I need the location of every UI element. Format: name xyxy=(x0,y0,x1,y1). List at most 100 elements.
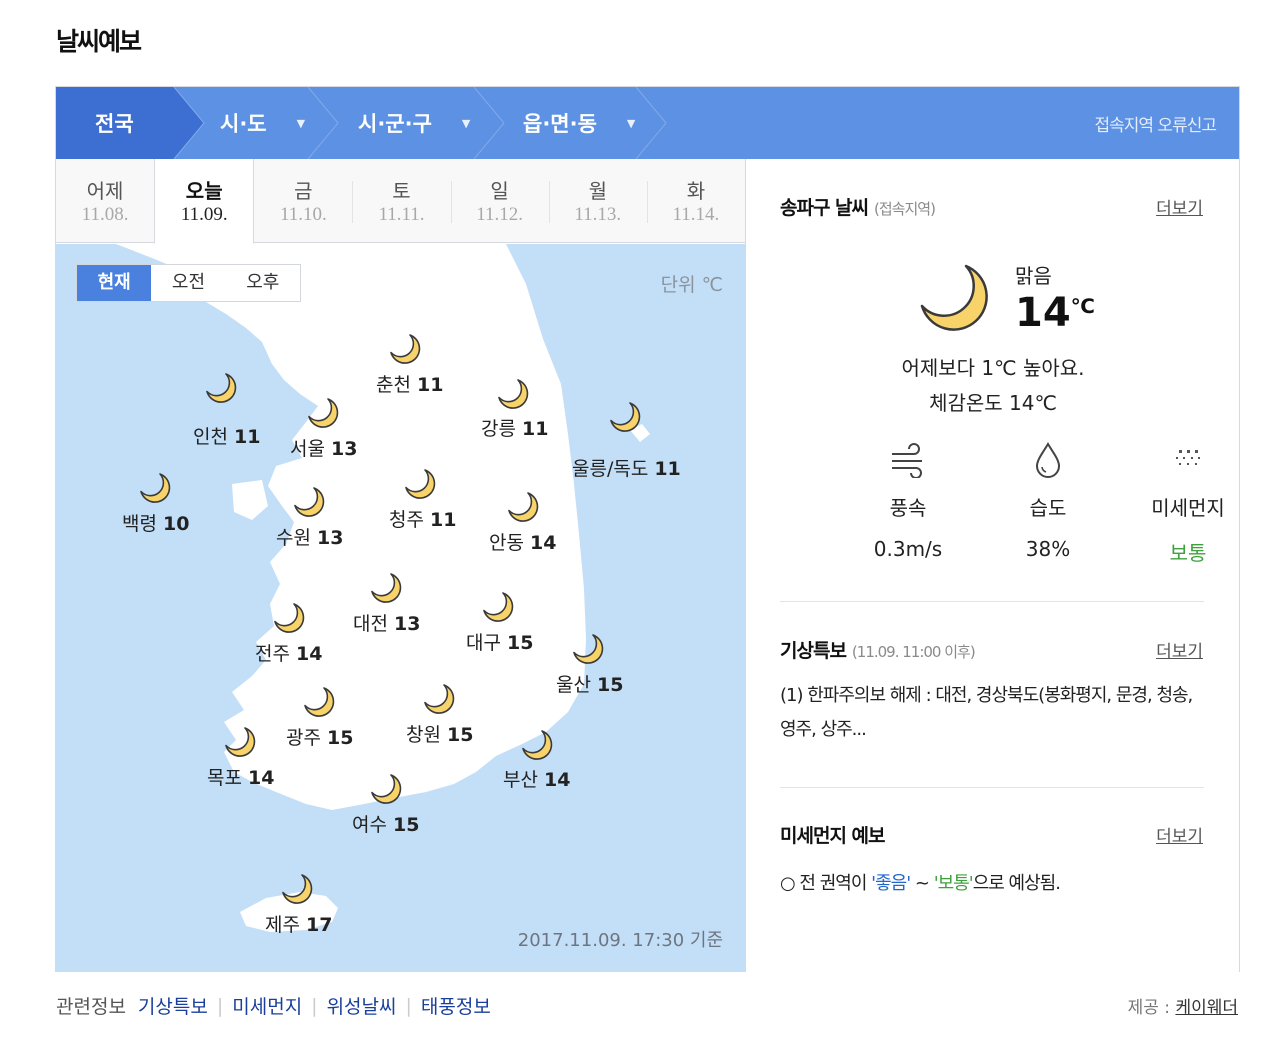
city-temperature: 13 xyxy=(316,527,344,549)
link-typhoon[interactable]: 태풍정보 xyxy=(421,992,491,1019)
alert-title: 기상특보 xyxy=(780,640,847,662)
day-name: 토 xyxy=(392,179,411,203)
page-title: 날씨예보 xyxy=(56,27,142,56)
day-date: 11.08. xyxy=(81,204,129,225)
crescent-moon-icon xyxy=(390,334,421,364)
link-satellite[interactable]: 위성날씨 xyxy=(327,992,397,1019)
link-fine-dust[interactable]: 미세먼지 xyxy=(232,992,302,1019)
day-tab[interactable]: 토 11.11. xyxy=(352,159,451,242)
weather-condition: 맑음 xyxy=(1015,264,1052,288)
current-temperature: 14℃ xyxy=(1015,290,1095,336)
stat-wind: 풍속 0.3m/s xyxy=(838,442,978,561)
city-weather-label[interactable]: 울산 15 xyxy=(556,670,623,697)
tab-label: 시·도 xyxy=(220,112,267,136)
provider-credit: 제공 : 케이웨더 xyxy=(1128,993,1238,1018)
stat-label: 미세먼지 xyxy=(1151,496,1225,520)
city-weather-label[interactable]: 여수 15 xyxy=(352,810,419,837)
city-temperature: 11 xyxy=(521,418,549,440)
time-tab-am[interactable]: 오전 xyxy=(151,265,225,301)
city-temperature: 15 xyxy=(596,674,624,696)
temperature-value: 14 xyxy=(1015,290,1071,336)
link-weather-alert[interactable]: 기상특보 xyxy=(138,992,208,1019)
day-tab[interactable]: 금 11.10. xyxy=(254,159,353,242)
stat-value: 0.3m/s xyxy=(873,537,943,561)
tab-nationwide[interactable]: 전국 xyxy=(56,87,174,159)
city-temperature: 14 xyxy=(529,532,557,554)
crescent-moon-icon xyxy=(405,469,436,499)
city-weather-label[interactable]: 수원 13 xyxy=(276,523,343,550)
dust-forecast-text: ○ 전 권역이 '좋음' ~ '보통'으로 예상됨. xyxy=(780,869,1061,895)
stat-label: 풍속 xyxy=(889,496,927,520)
chevron-divider-icon xyxy=(168,87,205,159)
day-date: 11.10. xyxy=(279,204,327,225)
dust-mid: ~ xyxy=(910,873,934,894)
day-tab-selected[interactable]: 오늘 11.09. xyxy=(154,159,255,244)
crescent-moon-icon xyxy=(371,573,402,603)
city-name: 춘천 xyxy=(376,374,411,396)
city-temperature: 15 xyxy=(392,814,420,836)
stat-fine-dust: 미세먼지 보통 xyxy=(1118,442,1258,566)
chevron-divider-icon xyxy=(473,87,505,159)
alert-more-link[interactable]: 더보기 xyxy=(1156,637,1203,662)
city-weather-label[interactable]: 춘천 11 xyxy=(376,370,443,397)
dust-icon xyxy=(1176,450,1200,465)
city-name: 광주 xyxy=(286,727,321,749)
alert-text: (1) 한파주의보 해제 : 대전, 경상북도(봉화평지, 문경, 청송, 영주… xyxy=(780,685,1193,740)
city-weather-label[interactable]: 목포 14 xyxy=(207,763,274,790)
wind-icon xyxy=(892,443,922,478)
local-more-link[interactable]: 더보기 xyxy=(1156,194,1203,219)
crescent-moon-icon xyxy=(294,487,325,517)
city-temperature: 15 xyxy=(506,632,534,654)
chevron-divider-icon xyxy=(635,87,667,159)
dust-forecast-heading: 미세먼지 예보 xyxy=(780,825,885,847)
chevron-divider-icon xyxy=(307,87,339,159)
city-weather-label[interactable]: 안동 14 xyxy=(489,528,556,555)
section-divider xyxy=(780,787,1204,788)
day-tab[interactable]: 월 11.13. xyxy=(548,159,647,242)
weather-map: 현재 오전 오후 단위 ℃ 춘천 11 인천 11 서울 13 강릉 11 울릉/독도 11 백령 1… xyxy=(56,244,745,972)
city-temperature: 15 xyxy=(446,724,474,746)
city-weather-label[interactable]: 부산 14 xyxy=(503,765,570,792)
alert-heading: 기상특보 (11.09. 11:00 이후) xyxy=(780,636,976,663)
day-date: 11.14. xyxy=(672,204,720,225)
city-weather-label[interactable]: 제주 17 xyxy=(265,910,332,937)
city-name: 대전 xyxy=(353,613,388,635)
day-tab[interactable]: 어제 11.08. xyxy=(56,159,155,242)
time-tab-now[interactable]: 현재 xyxy=(77,265,152,301)
day-tab[interactable]: 화 11.14. xyxy=(646,159,745,242)
city-weather-label[interactable]: 울릉/독도 11 xyxy=(572,454,681,481)
city-weather-label[interactable]: 광주 15 xyxy=(286,723,353,750)
day-date: 11.12. xyxy=(476,204,524,225)
day-name: 금 xyxy=(294,179,313,203)
day-tab[interactable]: 일 11.12. xyxy=(450,159,549,242)
crescent-moon-icon xyxy=(498,379,529,409)
dust-more-link[interactable]: 더보기 xyxy=(1156,822,1203,847)
city-weather-label[interactable]: 청주 11 xyxy=(389,505,456,532)
city-weather-label[interactable]: 창원 15 xyxy=(406,720,473,747)
city-name: 제주 xyxy=(265,914,300,936)
city-weather-label[interactable]: 대전 13 xyxy=(353,609,420,636)
city-weather-label[interactable]: 대구 15 xyxy=(466,628,533,655)
city-weather-label[interactable]: 전주 14 xyxy=(255,639,322,666)
crescent-moon-icon xyxy=(206,373,237,403)
time-tab-pm[interactable]: 오후 xyxy=(226,265,300,301)
city-name: 백령 xyxy=(122,513,157,535)
region-nav: 전국 시·도 ▼ 시·군·구 ▼ 읍·면·동 ▼ 접속지역 오류신고 xyxy=(56,87,1239,159)
weather-widget: 전국 시·도 ▼ 시·군·구 ▼ 읍·면·동 ▼ 접속지역 오류신고 어제 11… xyxy=(55,86,1240,972)
city-weather-label[interactable]: 인천 11 xyxy=(193,422,260,449)
crescent-moon-icon xyxy=(225,727,256,757)
city-weather-label[interactable]: 백령 10 xyxy=(122,509,189,536)
local-weather-subtitle: (접속지역) xyxy=(874,200,936,218)
tab-label: 읍·면·동 xyxy=(523,112,597,136)
city-weather-label[interactable]: 서울 13 xyxy=(290,434,357,461)
stat-label: 습도 xyxy=(1029,496,1067,520)
city-weather-label[interactable]: 강릉 11 xyxy=(481,414,548,441)
crescent-moon-icon xyxy=(308,398,339,428)
yesterday-compare: 어제보다 1℃ 높아요. xyxy=(901,356,1085,380)
provider-link[interactable]: 케이웨더 xyxy=(1175,998,1238,1018)
region-error-report-link[interactable]: 접속지역 오류신고 xyxy=(1094,87,1217,159)
droplet-icon xyxy=(1035,442,1061,478)
dust-good: '좋음' xyxy=(871,873,911,894)
city-temperature: 11 xyxy=(429,509,457,531)
alert-subtitle: (11.09. 11:00 이후) xyxy=(851,643,976,661)
